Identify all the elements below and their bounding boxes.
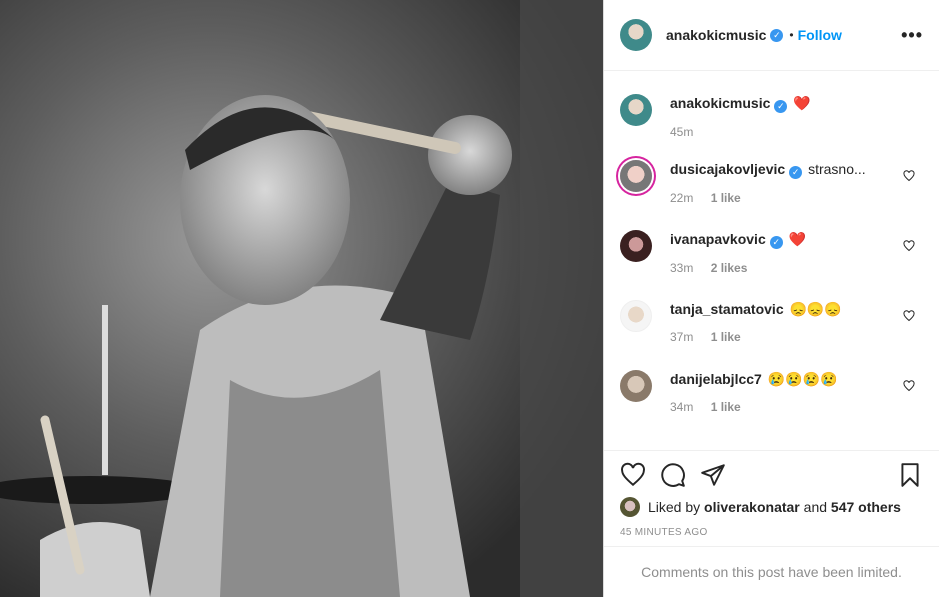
author-avatar[interactable]: [620, 19, 652, 51]
comment-time[interactable]: 22m: [670, 191, 693, 205]
caption-item: anakokicmusic ✓ ❤️ 45m: [620, 94, 923, 139]
bookmark-icon[interactable]: [897, 462, 923, 488]
liker-avatar[interactable]: [620, 497, 640, 517]
liked-by-and: and: [803, 499, 828, 515]
like-comment-heart-icon[interactable]: [903, 240, 915, 252]
caption-username[interactable]: anakokicmusic: [670, 95, 770, 111]
caption-time[interactable]: 45m: [670, 125, 693, 139]
comment-likes[interactable]: 1 like: [711, 330, 741, 344]
likes-others-link[interactable]: 547 others: [831, 499, 901, 515]
caption-avatar[interactable]: [620, 94, 652, 126]
comment-item: ivanapavkovic ✓ ❤️ 33m 2 likes: [620, 230, 923, 275]
comment-text: 😞😞😞: [789, 301, 842, 317]
follow-button[interactable]: Follow: [798, 27, 842, 43]
more-options-icon[interactable]: •••: [901, 25, 923, 46]
comment-text: 😢😢😢😢: [767, 371, 838, 387]
caption-text: ❤️: [793, 95, 811, 111]
post-actions: Liked by oliverakonatar and 547 others 4…: [604, 450, 939, 546]
verified-badge-icon: ✓: [789, 166, 803, 179]
like-comment-heart-icon[interactable]: [903, 170, 915, 182]
author-username[interactable]: anakokicmusic: [666, 27, 766, 43]
heart-icon[interactable]: [620, 462, 646, 488]
comment-likes[interactable]: 2 likes: [711, 261, 748, 275]
comment-text: ❤️: [788, 231, 807, 247]
post-photo[interactable]: [0, 0, 603, 597]
comment-avatar[interactable]: [620, 230, 652, 262]
share-icon[interactable]: [700, 462, 726, 488]
like-comment-heart-icon[interactable]: [903, 310, 915, 322]
verified-badge-icon: ✓: [770, 28, 784, 42]
comment-avatar[interactable]: [620, 160, 652, 192]
comment-time[interactable]: 33m: [670, 261, 693, 275]
comment-time[interactable]: 34m: [670, 400, 693, 414]
comment-text: strasno...: [808, 161, 866, 177]
post-sidebar: anakokicmusic ✓ • Follow ••• anakokicmus…: [603, 0, 939, 597]
post-timestamp[interactable]: 45 MINUTES AGO: [620, 527, 923, 538]
verified-badge-icon: ✓: [769, 236, 783, 249]
separator-dot: •: [789, 28, 794, 42]
comment-item: tanja_stamatovic 😞😞😞 37m 1 like: [620, 300, 923, 344]
verified-badge-icon: ✓: [774, 100, 788, 113]
comments-list[interactable]: anakokicmusic ✓ ❤️ 45m dusicajakovljevic ✓…: [604, 72, 939, 450]
comment-username[interactable]: ivanapavkovic: [670, 231, 766, 247]
comment-avatar[interactable]: [620, 300, 652, 332]
drummer-photo-illustration: [0, 0, 603, 597]
comment-avatar[interactable]: [620, 370, 652, 402]
comment-username[interactable]: danijelabjlcc7: [670, 371, 762, 387]
like-comment-heart-icon[interactable]: [903, 380, 915, 392]
comment-icon[interactable]: [660, 462, 686, 488]
comment-likes[interactable]: 1 like: [711, 191, 741, 205]
liker-username[interactable]: oliverakonatar: [704, 499, 800, 515]
instagram-post: anakokicmusic ✓ • Follow ••• anakokicmus…: [0, 0, 939, 597]
comment-username[interactable]: tanja_stamatovic: [670, 301, 784, 317]
comment-time[interactable]: 37m: [670, 330, 693, 344]
comment-username[interactable]: dusicajakovljevic: [670, 161, 785, 177]
post-header: anakokicmusic ✓ • Follow •••: [604, 0, 939, 71]
comment-likes[interactable]: 1 like: [711, 400, 741, 414]
comment-item: dusicajakovljevic ✓ strasno... 22m 1 like: [620, 160, 923, 205]
comment-item: danijelabjlcc7 😢😢😢😢 34m 1 like: [620, 370, 923, 414]
liked-by-row: Liked by oliverakonatar and 547 others: [620, 497, 923, 517]
liked-by-prefix: Liked by: [648, 499, 701, 515]
comments-limited-notice: Comments on this post have been limited.: [604, 546, 939, 597]
